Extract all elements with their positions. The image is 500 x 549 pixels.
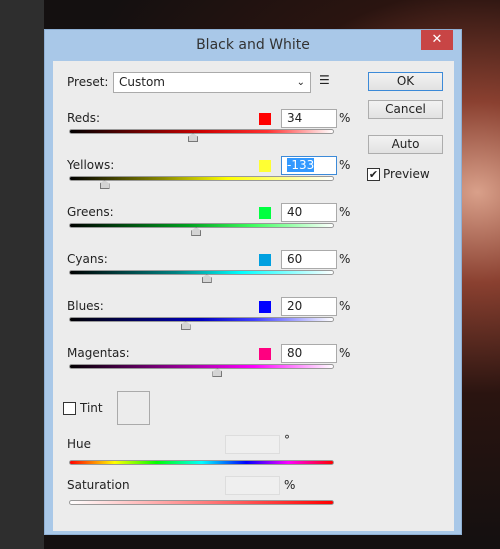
reds-percent: %	[339, 111, 351, 125]
yellows-slider-thumb[interactable]	[99, 180, 110, 189]
dialog-title: Black and White	[196, 37, 310, 53]
dialog-panel: Preset: Custom ⌄ ☰ OK Cancel Auto ✔ Prev…	[53, 61, 454, 531]
greens-percent: %	[339, 205, 351, 219]
yellows-percent: %	[339, 158, 351, 172]
auto-button[interactable]: Auto	[368, 135, 443, 154]
magentas-color-swatch	[259, 348, 271, 360]
saturation-input[interactable]	[225, 476, 280, 495]
app-background-left	[0, 0, 44, 549]
yellows-label: Yellows:	[67, 158, 115, 172]
blues-slider-thumb[interactable]	[180, 321, 191, 330]
yellows-value: -133	[287, 158, 315, 172]
cyans-slider[interactable]	[69, 270, 334, 275]
tint-checkbox[interactable]	[63, 402, 76, 415]
blues-percent: %	[339, 299, 351, 313]
blues-color-swatch	[259, 301, 271, 313]
greens-value-input[interactable]: 40	[281, 203, 337, 222]
tint-label: Tint	[80, 401, 103, 415]
greens-slider[interactable]	[69, 223, 334, 228]
hue-slider[interactable]	[69, 460, 334, 465]
greens-label: Greens:	[67, 205, 114, 219]
magentas-slider[interactable]	[69, 364, 334, 369]
preview-checkbox[interactable]: ✔	[367, 168, 380, 181]
reds-label: Reds:	[67, 111, 101, 125]
cyans-slider-thumb[interactable]	[201, 274, 212, 283]
cyans-percent: %	[339, 252, 351, 266]
ok-button[interactable]: OK	[368, 72, 443, 91]
preset-label: Preset:	[67, 75, 109, 89]
greens-slider-thumb[interactable]	[191, 227, 202, 236]
list-menu-icon[interactable]: ☰	[319, 73, 330, 87]
magentas-slider-thumb[interactable]	[212, 368, 223, 377]
cyans-label: Cyans:	[67, 252, 108, 266]
preset-value: Custom	[119, 75, 165, 89]
yellows-color-swatch	[259, 160, 271, 172]
cyans-color-swatch	[259, 254, 271, 266]
magentas-percent: %	[339, 346, 351, 360]
blues-label: Blues:	[67, 299, 104, 313]
black-and-white-dialog: Black and White ✕ Preset: Custom ⌄ ☰ OK …	[44, 29, 462, 535]
yellows-slider[interactable]	[69, 176, 334, 181]
greens-color-swatch	[259, 207, 271, 219]
tint-color-swatch[interactable]	[117, 391, 150, 425]
preset-select[interactable]: Custom ⌄	[113, 72, 311, 93]
blues-value: 20	[287, 299, 303, 313]
reds-value: 34	[287, 111, 303, 125]
reds-slider[interactable]	[69, 129, 334, 134]
hue-input[interactable]	[225, 435, 280, 454]
magentas-value-input[interactable]: 80	[281, 344, 337, 363]
blues-slider[interactable]	[69, 317, 334, 322]
preview-label: Preview	[383, 167, 430, 181]
chevron-down-icon: ⌄	[296, 77, 305, 88]
reds-color-swatch	[259, 113, 271, 125]
saturation-label: Saturation	[67, 478, 130, 492]
blues-value-input[interactable]: 20	[281, 297, 337, 316]
saturation-slider[interactable]	[69, 500, 334, 505]
reds-value-input[interactable]: 34	[281, 109, 337, 128]
magentas-value: 80	[287, 346, 303, 360]
reds-slider-thumb[interactable]	[188, 133, 199, 142]
saturation-unit: %	[284, 478, 296, 492]
cancel-button[interactable]: Cancel	[368, 100, 443, 119]
hue-unit: °	[284, 433, 290, 447]
magentas-label: Magentas:	[67, 346, 130, 360]
hue-label: Hue	[67, 437, 92, 451]
cyans-value-input[interactable]: 60	[281, 250, 337, 269]
cyans-value: 60	[287, 252, 303, 266]
greens-value: 40	[287, 205, 303, 219]
close-button[interactable]: ✕	[421, 30, 453, 50]
yellows-value-input[interactable]: -133	[281, 156, 337, 175]
